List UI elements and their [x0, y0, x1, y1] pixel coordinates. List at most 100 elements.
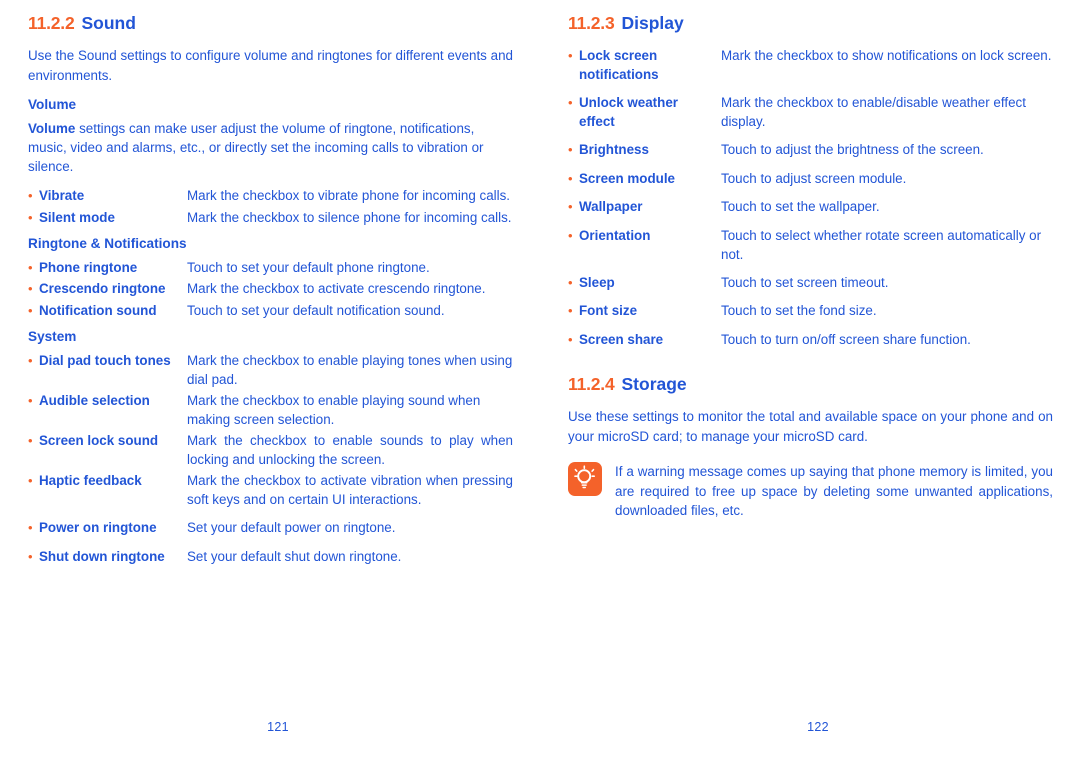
bullet-icon: •	[28, 520, 33, 536]
item-description: Mark the checkbox to show notifications …	[721, 48, 1052, 64]
item-term: Brightness	[579, 142, 649, 158]
list-item[interactable]: • Notification sound Touch to set your d…	[28, 301, 513, 320]
item-term: Font size	[579, 303, 638, 319]
volume-paragraph-rest: settings can make user adjust the volume…	[28, 120, 484, 175]
sound-intro-text: Use the Sound settings to configure volu…	[28, 48, 513, 83]
item-term: Notification sound	[39, 302, 157, 318]
list-item[interactable]: • Power on ringtone Set your default pow…	[28, 518, 513, 537]
item-term: Crescendo ringtone	[39, 281, 166, 297]
item-description: Mark the checkbox to enable sounds to pl…	[187, 433, 513, 468]
item-description: Mark the checkbox to activate crescendo …	[187, 281, 486, 297]
section-title: Display	[621, 13, 684, 33]
item-description: Set your default power on ringtone.	[187, 520, 396, 536]
item-term: Dial pad touch tones	[39, 353, 171, 369]
section-title: Storage	[621, 374, 687, 395]
item-term: Silent mode	[39, 209, 115, 225]
section-title: Sound	[81, 13, 136, 33]
item-term: Lock screen notifications	[579, 48, 659, 83]
bullet-icon: •	[28, 209, 33, 225]
section-heading-display: 11.2.3 Display	[568, 13, 1053, 33]
page-left: 11.2.2 Sound Use the Sound settings to co…	[28, 0, 528, 767]
list-item[interactable]: • Wallpaper Touch to set the wallpaper.	[568, 197, 1053, 216]
item-description: Touch to set the wallpaper.	[721, 199, 880, 215]
bullet-icon: •	[28, 281, 33, 297]
subheading-volume: Volume	[28, 96, 77, 112]
list-item[interactable]: • Screen module Touch to adjust screen m…	[568, 169, 1053, 188]
item-description: Touch to turn on/off screen share functi…	[721, 331, 971, 347]
item-description: Touch to select whether rotate screen au…	[721, 227, 1042, 262]
subheading-ringtone-notifications: Ringtone & Notifications	[28, 236, 187, 252]
list-item[interactable]: • Vibrate Mark the checkbox to vibrate p…	[28, 186, 513, 205]
bullet-icon: •	[28, 302, 33, 318]
page-number-right: 122	[807, 720, 829, 734]
volume-paragraph: Volume settings can make user adjust the…	[28, 119, 513, 177]
list-item[interactable]: • Orientation Touch to select whether ro…	[568, 226, 1053, 264]
bullet-icon: •	[568, 199, 573, 215]
item-term: Phone ringtone	[39, 259, 138, 275]
section-number: 11.2.2	[28, 13, 75, 33]
bullet-icon: •	[28, 353, 33, 369]
volume-paragraph-lead: Volume	[28, 120, 76, 136]
section-heading-sound: 11.2.2 Sound	[28, 13, 513, 33]
tip-text: If a warning message comes up saying tha…	[615, 464, 1053, 519]
item-term: Sleep	[579, 274, 615, 290]
section-heading-storage: 11.2.4 Storage	[568, 375, 1053, 394]
item-description: Touch to adjust screen module.	[721, 170, 907, 186]
bullet-icon: •	[568, 142, 573, 158]
list-item[interactable]: • Lock screen notifications Mark the che…	[568, 46, 1053, 84]
list-item[interactable]: • Haptic feedback Mark the checkbox to a…	[28, 471, 513, 509]
bullet-icon: •	[28, 393, 33, 409]
item-term: Haptic feedback	[39, 473, 142, 489]
item-description: Touch to set your default phone ringtone…	[187, 259, 430, 275]
list-item[interactable]: • Screen lock sound Mark the checkbox to…	[28, 431, 513, 469]
display-item-list: • Lock screen notifications Mark the che…	[568, 46, 1053, 349]
item-description: Touch to set your default notification s…	[187, 302, 445, 318]
list-item[interactable]: • Crescendo ringtone Mark the checkbox t…	[28, 279, 513, 298]
system-item-list: • Dial pad touch tones Mark the checkbox…	[28, 351, 513, 566]
item-description: Mark the checkbox to enable playing tone…	[187, 353, 513, 388]
bullet-icon: •	[568, 331, 573, 347]
bullet-icon: •	[28, 188, 33, 204]
list-item[interactable]: • Screen share Touch to turn on/off scre…	[568, 330, 1053, 349]
bullet-icon: •	[568, 170, 573, 186]
bullet-icon: •	[28, 473, 33, 489]
list-item[interactable]: • Silent mode Mark the checkbox to silen…	[28, 208, 513, 227]
item-term: Vibrate	[39, 188, 85, 204]
page-right: 11.2.3 Display • Lock screen notification…	[568, 0, 1068, 767]
section-number: 11.2.3	[568, 13, 615, 33]
item-term: Wallpaper	[579, 199, 643, 215]
item-description: Set your default shut down ringtone.	[187, 548, 402, 564]
bullet-icon: •	[568, 303, 573, 319]
list-item[interactable]: • Phone ringtone Touch to set your defau…	[28, 258, 513, 277]
item-description: Mark the checkbox to vibrate phone for i…	[187, 188, 511, 204]
list-item[interactable]: • Audible selection Mark the checkbox to…	[28, 391, 513, 429]
bullet-icon: •	[568, 95, 573, 111]
item-description: Mark the checkbox to enable/disable weat…	[721, 95, 1026, 130]
bullet-icon: •	[28, 259, 33, 275]
item-description: Touch to adjust the brightness of the sc…	[721, 142, 984, 158]
list-item[interactable]: • Brightness Touch to adjust the brightn…	[568, 140, 1053, 159]
item-term: Orientation	[579, 227, 651, 243]
subheading-system: System	[28, 329, 77, 345]
item-term: Power on ringtone	[39, 520, 157, 536]
item-term: Audible selection	[39, 393, 150, 409]
item-description: Touch to set screen timeout.	[721, 274, 889, 290]
list-item[interactable]: • Unlock weather effect Mark the checkbo…	[568, 93, 1053, 131]
item-description: Touch to set the fond size.	[721, 303, 877, 319]
section-number: 11.2.4	[568, 374, 615, 395]
list-item[interactable]: • Sleep Touch to set screen timeout.	[568, 273, 1053, 292]
bullet-icon: •	[568, 227, 573, 243]
item-description: Mark the checkbox to enable playing soun…	[187, 393, 481, 428]
bullet-icon: •	[28, 433, 33, 449]
ringtone-item-list: • Phone ringtone Touch to set your defau…	[28, 258, 513, 320]
item-description: Mark the checkbox to silence phone for i…	[187, 209, 512, 225]
page-number-left: 121	[267, 720, 289, 734]
lightbulb-tip-icon	[568, 462, 602, 496]
storage-intro-text: Use these settings to monitor the total …	[568, 409, 1053, 444]
item-term: Unlock weather effect	[579, 95, 678, 130]
manual-spread: 11.2.2 Sound Use the Sound settings to co…	[0, 0, 1080, 767]
item-term: Screen lock sound	[39, 433, 159, 449]
list-item[interactable]: • Shut down ringtone Set your default sh…	[28, 547, 513, 566]
list-item[interactable]: • Dial pad touch tones Mark the checkbox…	[28, 351, 513, 389]
list-item[interactable]: • Font size Touch to set the fond size.	[568, 301, 1053, 320]
